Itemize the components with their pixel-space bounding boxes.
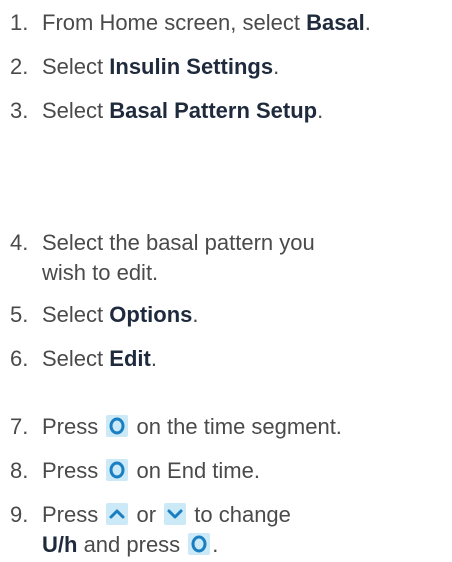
step-number: 7.	[10, 414, 29, 439]
step-text: Select Insulin Settings.	[42, 54, 280, 79]
step-number: 4.	[10, 230, 29, 255]
down-arrow-icon	[164, 503, 187, 525]
instruction-steps: 1. From Home screen, select Basal. 2. Se…	[0, 0, 452, 562]
step-number: 1.	[10, 10, 29, 35]
step-text: From Home screen, select Basal.	[42, 10, 371, 35]
step-keyword: Edit	[109, 346, 151, 371]
step-number: 2.	[10, 54, 29, 79]
up-arrow-icon	[106, 503, 129, 525]
step-keyword: U/h	[42, 532, 78, 557]
step-text: Press on End time.	[42, 458, 260, 483]
step-text: Select Options.	[42, 302, 199, 327]
select-button-icon	[106, 415, 129, 437]
step-number: 9.	[10, 502, 29, 527]
step-keyword: Basal	[306, 10, 365, 35]
step-number: 6.	[10, 346, 29, 371]
step-keyword: Options	[109, 302, 193, 327]
select-button-icon	[106, 459, 129, 481]
step-keyword: Basal Pattern Setup	[109, 98, 318, 123]
step-text: Select Edit.	[42, 346, 157, 371]
step-text: Select Basal Pattern Setup.	[42, 98, 324, 123]
step-number: 8.	[10, 458, 29, 483]
step-text: Select the basal pattern you wish to edi…	[42, 230, 315, 285]
step-keyword: Insulin Settings	[109, 54, 274, 79]
step-number: 3.	[10, 98, 29, 123]
step-number: 5.	[10, 302, 29, 327]
step-text: Press or to change U/h and press .	[42, 502, 291, 557]
select-button-icon	[188, 533, 211, 555]
step-text: Press on the time segment.	[42, 414, 342, 439]
